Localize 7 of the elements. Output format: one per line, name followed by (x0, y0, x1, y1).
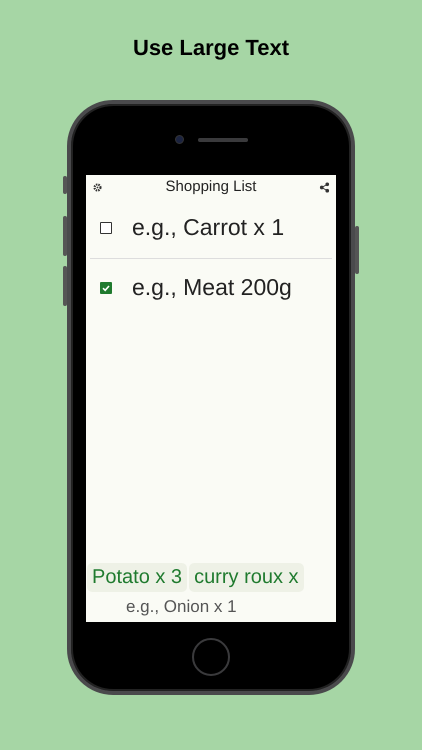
item-text: e.g., Meat 200g (132, 273, 293, 302)
suggestion-chip[interactable]: Potato x 3 (87, 563, 188, 592)
item-text: e.g., Carrot x 1 (132, 213, 286, 242)
page-heading: Use Large Text (132, 34, 290, 62)
app-title: Shopping List (166, 178, 256, 196)
input-field[interactable]: e.g., Onion x 1 (86, 592, 336, 622)
suggestion-chip[interactable]: curry roux x (189, 563, 304, 592)
